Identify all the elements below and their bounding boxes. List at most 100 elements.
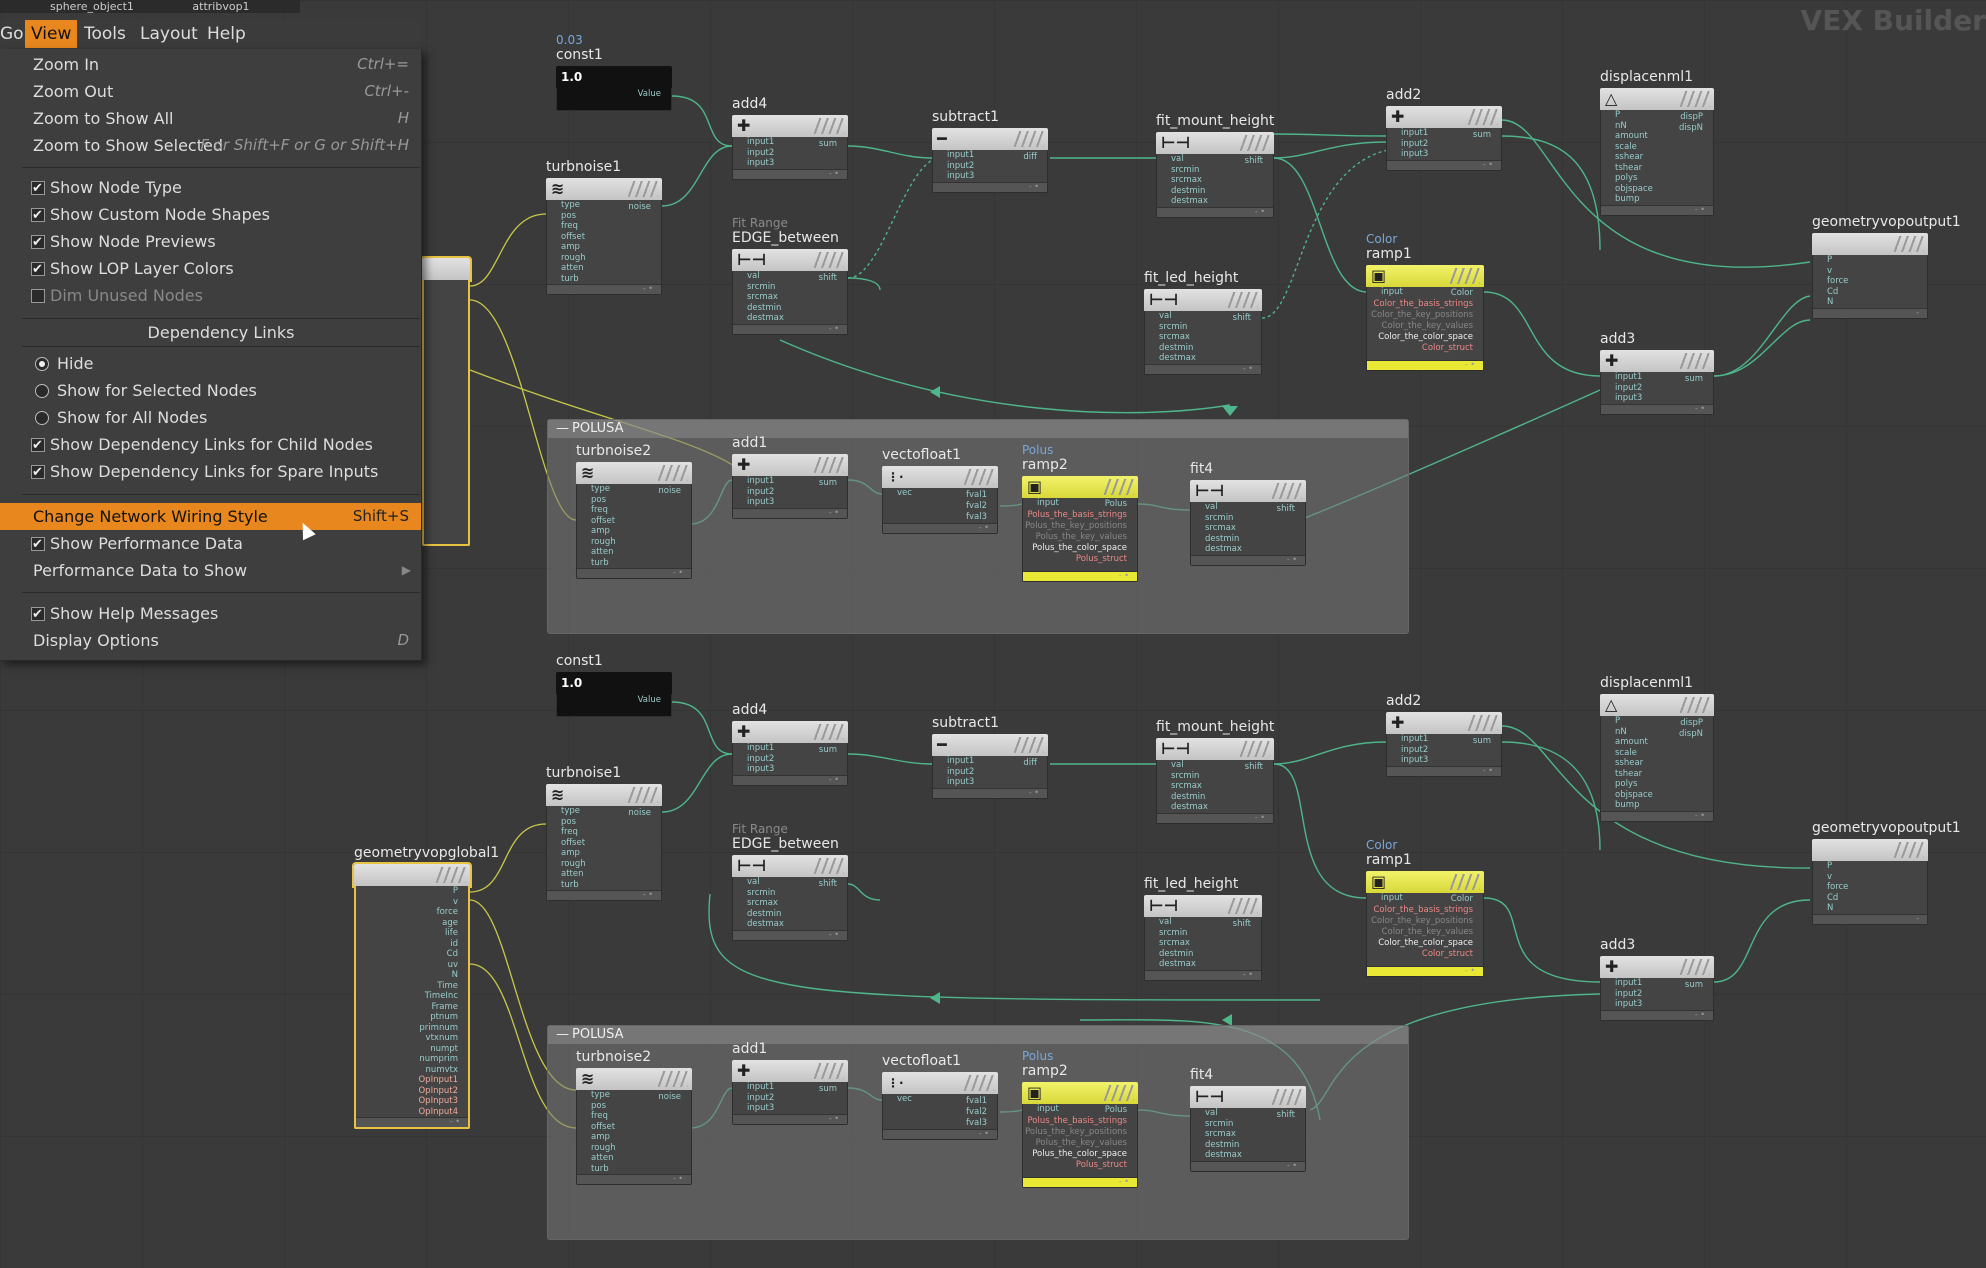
port-out[interactable]: dispP <box>1680 112 1703 123</box>
port-out[interactable]: TimeInc <box>356 991 458 1002</box>
port-in[interactable]: srcmax <box>1191 523 1305 534</box>
port-out[interactable]: life <box>356 928 458 939</box>
port-out[interactable]: Polus_the_key_values <box>1036 1138 1127 1149</box>
port-out[interactable]: shift <box>819 273 837 284</box>
port-in[interactable]: srcmax <box>733 898 847 909</box>
node-add2[interactable]: add2 ✚ sum input1 input2 input3 - • <box>1386 87 1502 171</box>
port-out[interactable]: age <box>356 918 458 929</box>
port-out[interactable]: sum <box>1685 374 1703 385</box>
port-in[interactable]: input3 <box>1601 999 1713 1010</box>
port-out[interactable]: shift <box>1245 156 1263 167</box>
node-subtract1[interactable]: subtract1 ━ diff input1 input2 input3 - … <box>932 109 1048 193</box>
node-turbnoise1[interactable]: turbnoise1 ≋ noise type pos freq offset … <box>546 159 662 295</box>
menu-item-show-help[interactable]: Show Help Messages <box>0 600 421 628</box>
port-out[interactable]: numpt <box>356 1044 458 1055</box>
port-in[interactable]: v <box>1813 266 1927 277</box>
port-in[interactable]: tshear <box>1601 163 1713 174</box>
port-out[interactable]: dispN <box>1679 729 1703 740</box>
port-out[interactable]: Color_the_color_space <box>1378 332 1473 343</box>
menu-item-zoom-out[interactable]: Zoom Out Ctrl+- <box>0 78 421 105</box>
node-ramp2-b[interactable]: Polus ramp2 ▣ input Polus Polus_the_basi… <box>1022 1049 1138 1188</box>
port-in[interactable]: N <box>1813 903 1927 914</box>
port-in[interactable]: amp <box>577 526 691 537</box>
port-in[interactable]: amp <box>577 1132 691 1143</box>
port-in[interactable]: scale <box>1601 142 1713 153</box>
port-in[interactable]: destmax <box>733 919 847 930</box>
port-out[interactable]: shift <box>819 879 837 890</box>
port-in[interactable]: bump <box>1601 800 1713 811</box>
port-out[interactable]: ptnum <box>356 1012 458 1023</box>
port-out[interactable]: Color_the_key_values <box>1382 321 1473 332</box>
port-out[interactable]: shift <box>1245 762 1263 773</box>
menu-item-dep-hide[interactable]: Hide <box>0 350 421 377</box>
port-out[interactable]: dispN <box>1679 123 1703 134</box>
node-fit-mount-height-b[interactable]: fit_mount_height ⊢⊣ shift val srcmin src… <box>1156 719 1274 824</box>
port-out[interactable]: OpInput1 <box>356 1075 458 1086</box>
port-in[interactable]: input3 <box>733 1103 847 1114</box>
port-in[interactable]: destmax <box>733 313 847 324</box>
port-in[interactable]: scale <box>1601 748 1713 759</box>
port-out[interactable]: shift <box>1233 919 1251 930</box>
port-out[interactable]: fval1 <box>966 1096 987 1107</box>
port-out[interactable]: noise <box>628 202 651 213</box>
port-out[interactable]: Color_the_color_space <box>1378 938 1473 949</box>
port-in[interactable]: force <box>1813 276 1927 287</box>
network-box-header[interactable]: — POLUSA <box>548 420 1408 438</box>
checkbox-icon[interactable] <box>31 432 45 459</box>
node-add4[interactable]: add4 ✚ sum input1 input2 input3 - • <box>732 96 848 180</box>
node-edge-between[interactable]: Fit Range EDGE_between ⊢⊣ shift val srcm… <box>732 216 848 335</box>
port-out[interactable]: N <box>356 970 458 981</box>
port-out[interactable]: Color_the_key_values <box>1382 927 1473 938</box>
port-out[interactable]: Polus_struct <box>1076 1160 1127 1171</box>
port-in[interactable]: input3 <box>733 764 847 775</box>
node-fit-led-height[interactable]: fit_led_height ⊢⊣ shift val srcmin srcma… <box>1144 270 1262 375</box>
menu-item-show-custom-shapes[interactable]: Show Custom Node Shapes <box>0 201 421 229</box>
port-out[interactable]: Polus_the_key_positions <box>1025 1127 1127 1138</box>
menu-item-show-lop-colors[interactable]: Show LOP Layer Colors <box>0 255 421 283</box>
menu-item-display-options[interactable]: Display Options D <box>0 627 421 654</box>
port-out[interactable]: v <box>356 897 458 908</box>
port-in[interactable]: turb <box>547 880 661 891</box>
path-item-object[interactable]: sphere_object1 <box>50 0 134 13</box>
node-fit-led-height-b[interactable]: fit_led_height ⊢⊣ shift val srcmin srcma… <box>1144 876 1262 981</box>
port-in[interactable]: Cd <box>1813 287 1927 298</box>
checkbox-icon[interactable] <box>31 459 45 486</box>
node-add1-b[interactable]: add1 ✚ sum input1 input2 input3 - • <box>732 1041 848 1125</box>
port-in[interactable]: freq <box>577 505 691 516</box>
node-geometryvopoutput1-b[interactable]: geometryvopoutput1 P v force Cd N - <box>1812 820 1961 925</box>
menu-tools[interactable]: Tools <box>84 24 126 44</box>
port-out[interactable]: Polus <box>1105 1105 1127 1116</box>
port-out[interactable]: fval3 <box>966 1118 987 1129</box>
port-out[interactable]: Color_the_basis_strings <box>1373 905 1473 916</box>
port-out[interactable]: OpInput2 <box>356 1086 458 1097</box>
port-out[interactable]: OpInput4 <box>356 1107 458 1118</box>
port-out[interactable]: shift <box>1277 504 1295 515</box>
port-in[interactable]: input3 <box>1387 755 1501 766</box>
menu-item-show-node-previews[interactable]: Show Node Previews <box>0 228 421 256</box>
port-in[interactable]: rough <box>547 253 661 264</box>
port-in[interactable]: freq <box>547 827 661 838</box>
port-in[interactable]: atten <box>547 263 661 274</box>
menu-item-dep-child[interactable]: Show Dependency Links for Child Nodes <box>0 431 421 459</box>
radio-icon[interactable] <box>35 411 49 425</box>
port-in[interactable]: objspace <box>1601 790 1713 801</box>
network-box-header[interactable]: — POLUSA <box>548 1026 1408 1044</box>
node-turbnoise2-b[interactable]: turbnoise2 ≋ noise type pos freq offset … <box>576 1049 692 1185</box>
checkbox-icon[interactable] <box>31 531 45 558</box>
menu-layout[interactable]: Layout <box>140 24 198 44</box>
port-in[interactable]: turb <box>577 558 691 569</box>
port-out[interactable]: P <box>356 886 458 897</box>
port-in[interactable]: input3 <box>1387 149 1501 160</box>
port-out[interactable]: primnum <box>356 1023 458 1034</box>
node-add4-b[interactable]: add4 ✚ sum input1 input2 input3 - • <box>732 702 848 786</box>
port-in[interactable]: P <box>1813 255 1927 266</box>
port-out[interactable]: sum <box>1473 736 1491 747</box>
node-ramp1-b[interactable]: Color ramp1 ▣ input Color Color_the_basi… <box>1366 838 1484 977</box>
port-in[interactable]: srcmax <box>1145 938 1261 949</box>
checkbox-icon[interactable] <box>31 229 45 256</box>
port-in[interactable]: atten <box>547 869 661 880</box>
port-in[interactable]: Cd <box>1813 893 1927 904</box>
port-in[interactable]: srcmax <box>1145 332 1261 343</box>
port-out[interactable]: sum <box>819 139 837 150</box>
port-out[interactable]: sum <box>1685 980 1703 991</box>
